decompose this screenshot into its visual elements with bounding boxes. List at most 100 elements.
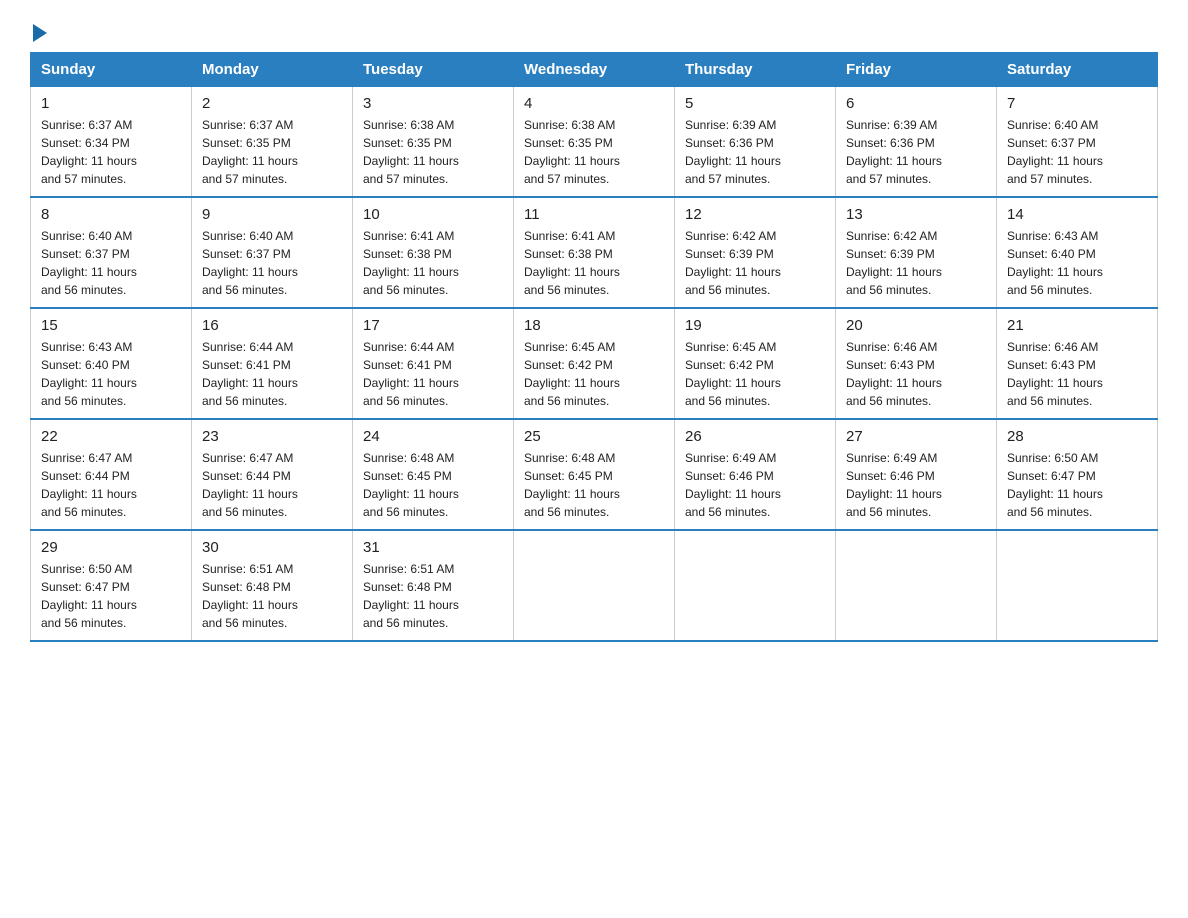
day-cell: 12Sunrise: 6:42 AMSunset: 6:39 PMDayligh… bbox=[675, 197, 836, 308]
day-cell: 6 Sunrise: 6:39 AMSunset: 6:36 PMDaylight… bbox=[836, 87, 997, 198]
day-info: Sunrise: 6:47 AMSunset: 6:44 PMDaylight:… bbox=[41, 449, 181, 521]
day-info: Sunrise: 6:46 AMSunset: 6:43 PMDaylight:… bbox=[1007, 338, 1147, 410]
day-number: 8 bbox=[41, 206, 181, 223]
day-info: Sunrise: 6:41 AMSunset: 6:38 PMDaylight:… bbox=[524, 227, 664, 299]
day-cell: 30 Sunrise: 6:51 AMSunset: 6:48 PMDayligh… bbox=[192, 530, 353, 641]
day-cell: 20 Sunrise: 6:46 AMSunset: 6:43 PMDayligh… bbox=[836, 308, 997, 419]
day-cell: 24Sunrise: 6:48 AMSunset: 6:45 PMDayligh… bbox=[353, 419, 514, 530]
day-info: Sunrise: 6:40 AMSunset: 6:37 PMDaylight:… bbox=[202, 227, 342, 299]
day-info: Sunrise: 6:40 AMSunset: 6:37 PMDaylight:… bbox=[1007, 116, 1147, 188]
header-monday: Monday bbox=[192, 53, 353, 87]
day-info: Sunrise: 6:38 AMSunset: 6:35 PMDaylight:… bbox=[363, 116, 503, 188]
day-number: 16 bbox=[202, 317, 342, 334]
day-cell: 17Sunrise: 6:44 AMSunset: 6:41 PMDayligh… bbox=[353, 308, 514, 419]
week-row-3: 15 Sunrise: 6:43 AMSunset: 6:40 PMDayligh… bbox=[31, 308, 1158, 419]
day-number: 21 bbox=[1007, 317, 1147, 334]
day-cell bbox=[514, 530, 675, 641]
page-header bbox=[30, 20, 1158, 42]
week-row-1: 1 Sunrise: 6:37 AMSunset: 6:34 PMDaylight… bbox=[31, 87, 1158, 198]
day-number: 1 bbox=[41, 95, 181, 112]
day-info: Sunrise: 6:37 AMSunset: 6:35 PMDaylight:… bbox=[202, 116, 342, 188]
header-thursday: Thursday bbox=[675, 53, 836, 87]
day-number: 23 bbox=[202, 428, 342, 445]
day-number: 18 bbox=[524, 317, 664, 334]
day-info: Sunrise: 6:48 AMSunset: 6:45 PMDaylight:… bbox=[363, 449, 503, 521]
day-info: Sunrise: 6:51 AMSunset: 6:48 PMDaylight:… bbox=[202, 560, 342, 632]
day-info: Sunrise: 6:48 AMSunset: 6:45 PMDaylight:… bbox=[524, 449, 664, 521]
day-info: Sunrise: 6:49 AMSunset: 6:46 PMDaylight:… bbox=[846, 449, 986, 521]
day-number: 7 bbox=[1007, 95, 1147, 112]
day-cell: 19 Sunrise: 6:45 AMSunset: 6:42 PMDayligh… bbox=[675, 308, 836, 419]
day-number: 2 bbox=[202, 95, 342, 112]
day-cell: 31 Sunrise: 6:51 AMSunset: 6:48 PMDayligh… bbox=[353, 530, 514, 641]
day-cell: 15 Sunrise: 6:43 AMSunset: 6:40 PMDayligh… bbox=[31, 308, 192, 419]
day-number: 26 bbox=[685, 428, 825, 445]
day-number: 3 bbox=[363, 95, 503, 112]
day-cell: 16 Sunrise: 6:44 AMSunset: 6:41 PMDayligh… bbox=[192, 308, 353, 419]
day-info: Sunrise: 6:40 AMSunset: 6:37 PMDaylight:… bbox=[41, 227, 181, 299]
header-wednesday: Wednesday bbox=[514, 53, 675, 87]
day-number: 28 bbox=[1007, 428, 1147, 445]
day-cell bbox=[836, 530, 997, 641]
day-cell: 21 Sunrise: 6:46 AMSunset: 6:43 PMDayligh… bbox=[997, 308, 1158, 419]
day-info: Sunrise: 6:47 AMSunset: 6:44 PMDaylight:… bbox=[202, 449, 342, 521]
day-cell: 23 Sunrise: 6:47 AMSunset: 6:44 PMDayligh… bbox=[192, 419, 353, 530]
day-info: Sunrise: 6:50 AMSunset: 6:47 PMDaylight:… bbox=[1007, 449, 1147, 521]
day-cell: 29 Sunrise: 6:50 AMSunset: 6:47 PMDayligh… bbox=[31, 530, 192, 641]
header-tuesday: Tuesday bbox=[353, 53, 514, 87]
day-number: 9 bbox=[202, 206, 342, 223]
day-info: Sunrise: 6:43 AMSunset: 6:40 PMDaylight:… bbox=[41, 338, 181, 410]
day-cell: 26Sunrise: 6:49 AMSunset: 6:46 PMDayligh… bbox=[675, 419, 836, 530]
day-cell: 9 Sunrise: 6:40 AMSunset: 6:37 PMDaylight… bbox=[192, 197, 353, 308]
day-cell: 1 Sunrise: 6:37 AMSunset: 6:34 PMDaylight… bbox=[31, 87, 192, 198]
day-number: 15 bbox=[41, 317, 181, 334]
week-row-4: 22Sunrise: 6:47 AMSunset: 6:44 PMDayligh… bbox=[31, 419, 1158, 530]
day-cell: 2 Sunrise: 6:37 AMSunset: 6:35 PMDaylight… bbox=[192, 87, 353, 198]
day-number: 29 bbox=[41, 539, 181, 556]
day-cell: 7 Sunrise: 6:40 AMSunset: 6:37 PMDaylight… bbox=[997, 87, 1158, 198]
day-number: 14 bbox=[1007, 206, 1147, 223]
day-cell: 28 Sunrise: 6:50 AMSunset: 6:47 PMDayligh… bbox=[997, 419, 1158, 530]
header-friday: Friday bbox=[836, 53, 997, 87]
day-info: Sunrise: 6:43 AMSunset: 6:40 PMDaylight:… bbox=[1007, 227, 1147, 299]
day-cell: 27 Sunrise: 6:49 AMSunset: 6:46 PMDayligh… bbox=[836, 419, 997, 530]
day-info: Sunrise: 6:51 AMSunset: 6:48 PMDaylight:… bbox=[363, 560, 503, 632]
day-info: Sunrise: 6:44 AMSunset: 6:41 PMDaylight:… bbox=[363, 338, 503, 410]
day-cell: 25 Sunrise: 6:48 AMSunset: 6:45 PMDayligh… bbox=[514, 419, 675, 530]
day-cell: 10Sunrise: 6:41 AMSunset: 6:38 PMDayligh… bbox=[353, 197, 514, 308]
day-info: Sunrise: 6:45 AMSunset: 6:42 PMDaylight:… bbox=[685, 338, 825, 410]
day-cell bbox=[675, 530, 836, 641]
day-info: Sunrise: 6:38 AMSunset: 6:35 PMDaylight:… bbox=[524, 116, 664, 188]
day-cell: 22Sunrise: 6:47 AMSunset: 6:44 PMDayligh… bbox=[31, 419, 192, 530]
day-cell: 3 Sunrise: 6:38 AMSunset: 6:35 PMDaylight… bbox=[353, 87, 514, 198]
day-cell: 4 Sunrise: 6:38 AMSunset: 6:35 PMDaylight… bbox=[514, 87, 675, 198]
day-number: 25 bbox=[524, 428, 664, 445]
day-cell: 11 Sunrise: 6:41 AMSunset: 6:38 PMDayligh… bbox=[514, 197, 675, 308]
day-cell: 18 Sunrise: 6:45 AMSunset: 6:42 PMDayligh… bbox=[514, 308, 675, 419]
day-info: Sunrise: 6:50 AMSunset: 6:47 PMDaylight:… bbox=[41, 560, 181, 632]
day-number: 10 bbox=[363, 206, 503, 223]
day-number: 31 bbox=[363, 539, 503, 556]
day-cell: 13Sunrise: 6:42 AMSunset: 6:39 PMDayligh… bbox=[836, 197, 997, 308]
day-number: 4 bbox=[524, 95, 664, 112]
header-saturday: Saturday bbox=[997, 53, 1158, 87]
header-sunday: Sunday bbox=[31, 53, 192, 87]
week-row-5: 29 Sunrise: 6:50 AMSunset: 6:47 PMDayligh… bbox=[31, 530, 1158, 641]
day-info: Sunrise: 6:37 AMSunset: 6:34 PMDaylight:… bbox=[41, 116, 181, 188]
day-number: 27 bbox=[846, 428, 986, 445]
week-row-2: 8 Sunrise: 6:40 AMSunset: 6:37 PMDaylight… bbox=[31, 197, 1158, 308]
day-cell: 8 Sunrise: 6:40 AMSunset: 6:37 PMDaylight… bbox=[31, 197, 192, 308]
day-info: Sunrise: 6:39 AMSunset: 6:36 PMDaylight:… bbox=[846, 116, 986, 188]
day-info: Sunrise: 6:44 AMSunset: 6:41 PMDaylight:… bbox=[202, 338, 342, 410]
day-number: 19 bbox=[685, 317, 825, 334]
day-number: 6 bbox=[846, 95, 986, 112]
day-info: Sunrise: 6:46 AMSunset: 6:43 PMDaylight:… bbox=[846, 338, 986, 410]
day-number: 11 bbox=[524, 206, 664, 223]
day-number: 20 bbox=[846, 317, 986, 334]
logo-triangle-icon bbox=[33, 24, 47, 42]
day-info: Sunrise: 6:45 AMSunset: 6:42 PMDaylight:… bbox=[524, 338, 664, 410]
logo bbox=[30, 20, 47, 42]
header-row: SundayMondayTuesdayWednesdayThursdayFrid… bbox=[31, 53, 1158, 87]
day-number: 5 bbox=[685, 95, 825, 112]
day-number: 30 bbox=[202, 539, 342, 556]
